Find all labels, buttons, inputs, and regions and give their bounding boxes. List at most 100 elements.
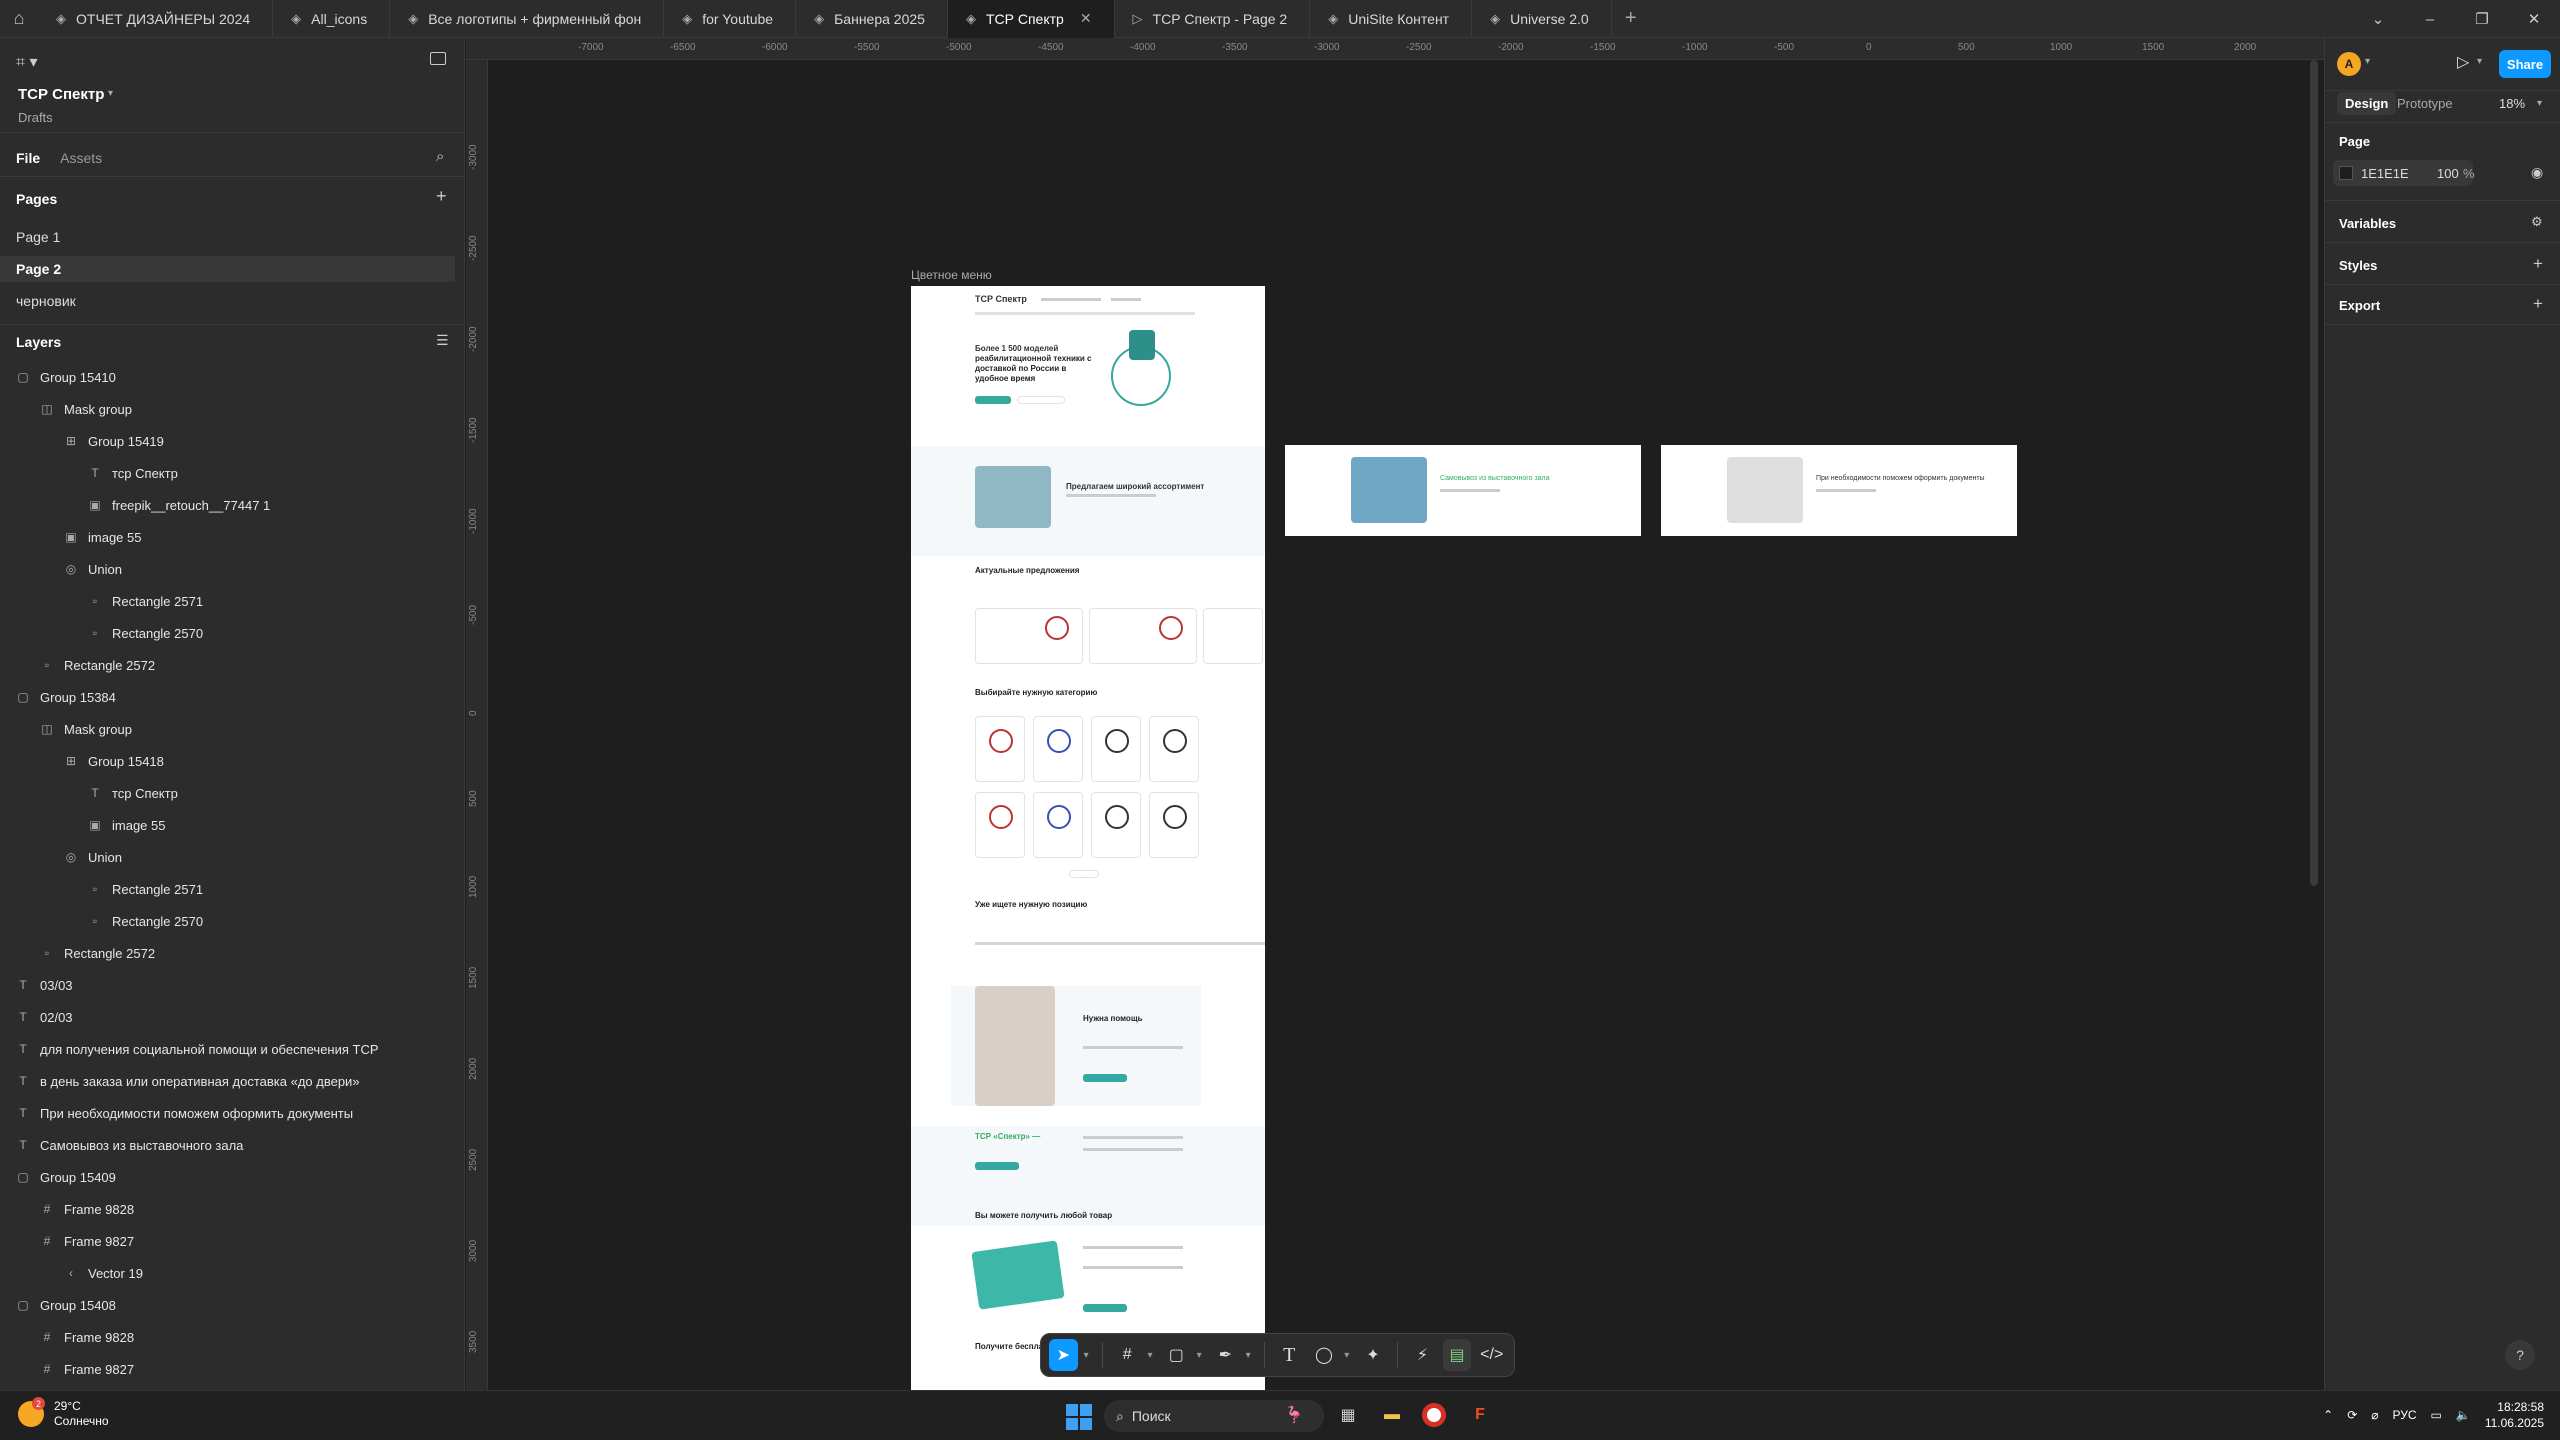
page-item[interactable]: Page 2	[0, 256, 455, 282]
volume-icon[interactable]: 🔈	[2456, 1408, 2471, 1422]
layer-row[interactable]: ⊞ Group 15418	[64, 747, 164, 775]
chevron-down-icon[interactable]: ▾	[1246, 1350, 1254, 1361]
chevron-up-icon[interactable]: ⌃	[2323, 1408, 2333, 1422]
text-tool-icon[interactable]: T	[1275, 1339, 1304, 1371]
frame-tool-icon[interactable]: #	[1113, 1339, 1142, 1371]
tab-0[interactable]: ◈ ОТЧЕТ ДИЗАЙНЕРЫ 2024	[38, 0, 274, 38]
variables-settings-icon[interactable]: ⚙	[2531, 214, 2543, 230]
zoom-level[interactable]: 18%	[2499, 96, 2525, 111]
weather-widget[interactable]: 2 29°C Солнечно	[18, 1397, 109, 1429]
ai-tools-icon[interactable]: ⚡	[1408, 1339, 1437, 1371]
close-tab-icon[interactable]: ✕	[1080, 10, 1092, 27]
flamingo-icon[interactable]: 🦩	[1280, 1401, 1308, 1429]
layer-row[interactable]: ◫ Mask group	[40, 395, 132, 423]
layer-row[interactable]: Tдля получения социальной помощи и обесп…	[16, 1035, 378, 1063]
code-icon[interactable]: </>	[1477, 1339, 1506, 1371]
tab-5[interactable]: ◈ ТСР Спектр ✕	[947, 0, 1115, 38]
layer-row[interactable]: T 03/03	[16, 971, 72, 999]
network-icon[interactable]: ▭	[2431, 1408, 2442, 1422]
tab-4[interactable]: ◈ Баннера 2025	[796, 0, 948, 38]
chevron-down-icon[interactable]: ▾	[2365, 56, 2370, 67]
chevron-down-icon[interactable]: ▾	[2537, 98, 2542, 109]
layer-row[interactable]: T 02/03	[16, 1003, 72, 1031]
add-export-icon[interactable]: +	[2533, 294, 2543, 314]
eye-icon[interactable]: ◉	[2531, 164, 2543, 181]
layer-row[interactable]: ◎ Union	[64, 555, 122, 583]
present-icon[interactable]: ▷	[2457, 52, 2469, 72]
frame-label[interactable]: Цветное меню	[911, 268, 992, 282]
page-item[interactable]: Page 1	[0, 224, 455, 250]
file-explorer-icon[interactable]: ▬	[1378, 1401, 1406, 1429]
tab-6[interactable]: ▷ ТСР Спектр - Page 2	[1115, 0, 1311, 38]
language-indicator[interactable]: РУС	[2393, 1408, 2417, 1422]
layer-row[interactable]: ▢ Group 15384	[16, 683, 116, 711]
tab-2[interactable]: ◈ Все логотипы + фирменный фон	[390, 0, 665, 38]
layer-row[interactable]: ▫ Rectangle 2572	[40, 651, 155, 679]
layer-row[interactable]: ▢ Group 15410	[16, 363, 116, 391]
dev-mode-toggle-icon[interactable]: ▤	[1442, 1339, 1472, 1371]
no-camera-icon[interactable]: ⌀	[2371, 1408, 2378, 1422]
layer-row[interactable]: # Frame 9828	[40, 1195, 134, 1223]
windows-start-icon[interactable]	[1066, 1404, 1092, 1430]
chevron-down-icon[interactable]: ▾	[1197, 1350, 1205, 1361]
add-page-icon[interactable]: +	[436, 186, 447, 207]
actions-icon[interactable]: ✦	[1359, 1339, 1388, 1371]
layer-row[interactable]: ▣ image 55	[64, 523, 141, 551]
page-item[interactable]: черновик	[0, 288, 455, 314]
close-window-icon[interactable]: ✕	[2508, 0, 2560, 38]
tab-3[interactable]: ◈ for Youtube	[664, 0, 797, 38]
chevron-down-icon[interactable]: ▾	[1344, 1350, 1352, 1361]
main-menu-icon[interactable]: ⌗ ▾	[16, 52, 38, 72]
chevron-down-icon[interactable]: ▾	[108, 88, 113, 99]
chevron-down-icon[interactable]: ⌄	[2352, 0, 2404, 38]
tab-1[interactable]: ◈ All_icons	[273, 0, 391, 38]
comment-tool-icon[interactable]: ◯	[1310, 1339, 1339, 1371]
task-view-icon[interactable]: ▦	[1334, 1401, 1362, 1429]
tab-7[interactable]: ◈ UniSite Контент	[1310, 0, 1473, 38]
restore-icon[interactable]: ❐	[2456, 0, 2508, 38]
main-frame[interactable]: ТСР Спектр Более 1 500 моделей реабилита…	[911, 286, 1265, 1390]
chevron-down-icon[interactable]: ▾	[1148, 1350, 1156, 1361]
layer-row[interactable]: ▫ Rectangle 2570	[88, 619, 203, 647]
layer-row[interactable]: ▢ Group 15408	[16, 1291, 116, 1319]
variables-title[interactable]: Variables	[2339, 216, 2396, 231]
pen-tool-icon[interactable]: ✒	[1211, 1339, 1240, 1371]
minimize-icon[interactable]: –	[2404, 0, 2456, 38]
help-icon[interactable]: ?	[2505, 1340, 2535, 1370]
tab-design[interactable]: Design	[2337, 92, 2397, 115]
move-tool-icon[interactable]: ➤	[1049, 1339, 1078, 1371]
layer-row[interactable]: # Frame 9828	[40, 1323, 134, 1351]
tab-prototype[interactable]: Prototype	[2397, 96, 2453, 111]
canvas[interactable]: Цветное меню ТСР Спектр Более 1 500 моде…	[488, 60, 2324, 1390]
layer-row[interactable]: ◫ Mask group	[40, 715, 132, 743]
layer-row[interactable]: T Самовывоз из выставочного зала	[16, 1131, 243, 1159]
tab-assets[interactable]: Assets	[60, 150, 102, 166]
layer-row[interactable]: ▫ Rectangle 2571	[88, 587, 203, 615]
sync-icon[interactable]: ⟳	[2347, 1408, 2357, 1422]
layer-row[interactable]: Tв день заказа или оперативная доставка …	[16, 1067, 359, 1095]
chevron-down-icon[interactable]: ▾	[2477, 56, 2482, 67]
clock[interactable]: 18:28:58 11.06.2025	[2485, 1399, 2544, 1431]
tab-file[interactable]: File	[16, 150, 40, 166]
search-icon[interactable]: ⌕	[436, 148, 444, 165]
project-title[interactable]: ТСР Спектр	[18, 86, 104, 103]
layers-options-icon[interactable]: ☰	[436, 332, 449, 349]
chrome-icon[interactable]	[1422, 1403, 1446, 1427]
layer-row[interactable]: ◎ Union	[64, 843, 122, 871]
layer-row[interactable]: ▣ freepik__retouch__77447 1	[88, 491, 270, 519]
layer-row[interactable]: ▫ Rectangle 2572	[40, 939, 155, 967]
bg-opacity[interactable]: 100	[2437, 166, 2459, 181]
layer-row[interactable]: ▫ Rectangle 2570	[88, 907, 203, 935]
layer-row[interactable]: Tтср Спектр	[88, 459, 178, 487]
layer-row[interactable]: ▣ image 55	[88, 811, 165, 839]
styles-title[interactable]: Styles	[2339, 258, 2377, 273]
avatar[interactable]: A	[2337, 52, 2361, 76]
figma-app-icon[interactable]: F	[1466, 1401, 1494, 1429]
layer-row[interactable]: # Frame 9827	[40, 1227, 134, 1255]
layer-row[interactable]: ▢ Group 15409	[16, 1163, 116, 1191]
tab-8[interactable]: ◈ Universe 2.0	[1472, 0, 1612, 38]
share-button[interactable]: Share	[2499, 50, 2551, 78]
toggle-sidebar-icon[interactable]	[430, 52, 446, 65]
rectangle-tool-icon[interactable]: ▢	[1162, 1339, 1191, 1371]
side-frame-1[interactable]: Самовывоз из выставочного зала	[1285, 445, 1641, 536]
